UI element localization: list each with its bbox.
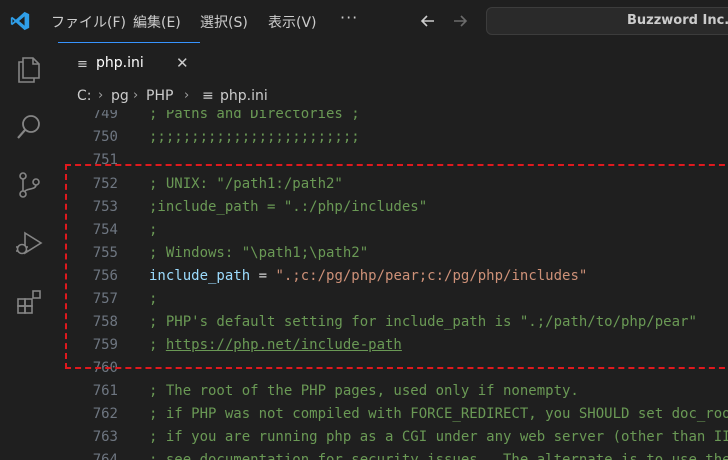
code-text: ;;;;;;;;;;;;;;;;;;;;;;;;; bbox=[149, 129, 360, 145]
code-line: 764 ; see documentation for security iss… bbox=[58, 449, 728, 460]
code-text: ; if you are running php as a CGI under … bbox=[149, 429, 728, 445]
file-lines-icon: ≡ bbox=[77, 57, 88, 72]
code-text: ; Paths and Directories ; bbox=[149, 110, 360, 122]
chevron-right-icon: › bbox=[98, 88, 104, 103]
breadcrumb-file[interactable]: php.ini bbox=[220, 88, 268, 104]
search-box-text: Buzzword Inc. bbox=[627, 13, 728, 28]
line-number: 764 bbox=[92, 452, 118, 460]
title-bar: ファイル(F) 編集(E) 選択(S) 表示(V) ··· Buzzword I… bbox=[0, 0, 728, 42]
search-icon[interactable] bbox=[14, 112, 44, 142]
chevron-right-icon: › bbox=[133, 88, 139, 103]
menu-view[interactable]: 表示(V) bbox=[268, 12, 317, 32]
code-line: 750 ;;;;;;;;;;;;;;;;;;;;;;;;; bbox=[58, 126, 728, 149]
code-line: 762 ; if PHP was not compiled with FORCE… bbox=[58, 403, 728, 426]
line-number: 761 bbox=[92, 383, 118, 399]
file-lines-icon: ≡ bbox=[202, 88, 214, 104]
forward-arrow-icon[interactable] bbox=[450, 11, 470, 31]
editor-tabs: ≡ php.ini ✕ bbox=[58, 42, 728, 84]
extensions-icon[interactable] bbox=[14, 286, 44, 316]
code-text: ; see documentation for security issues.… bbox=[149, 452, 728, 460]
more-menu-button[interactable]: ··· bbox=[340, 8, 358, 27]
code-line: 763 ; if you are running php as a CGI un… bbox=[58, 426, 728, 449]
code-line: 749 ; Paths and Directories ; bbox=[58, 110, 728, 126]
breadcrumb-folder-pg[interactable]: pg bbox=[111, 88, 129, 104]
tab-php-ini[interactable]: ≡ php.ini ✕ bbox=[58, 42, 200, 84]
vscode-logo-icon[interactable] bbox=[9, 10, 31, 32]
run-debug-icon[interactable] bbox=[14, 228, 44, 258]
chevron-right-icon: › bbox=[184, 88, 190, 103]
code-text: ; if PHP was not compiled with FORCE_RED… bbox=[149, 406, 728, 422]
command-center-search[interactable]: Buzzword Inc. bbox=[486, 7, 728, 35]
activity-bar bbox=[0, 42, 58, 460]
menu-file[interactable]: ファイル(F) bbox=[51, 12, 126, 32]
line-number: 763 bbox=[92, 429, 118, 445]
files-icon[interactable] bbox=[14, 54, 44, 84]
source-control-icon[interactable] bbox=[14, 170, 44, 200]
back-arrow-icon[interactable] bbox=[418, 11, 438, 31]
line-number: 749 bbox=[92, 110, 118, 122]
breadcrumb-folder-php[interactable]: PHP bbox=[146, 88, 173, 104]
menu-edit[interactable]: 編集(E) bbox=[133, 12, 181, 32]
menu-selection[interactable]: 選択(S) bbox=[200, 12, 248, 32]
tab-label: php.ini bbox=[96, 55, 144, 71]
breadcrumb-drive[interactable]: C: bbox=[77, 88, 92, 104]
breadcrumb: C: › pg › PHP › ≡ php.ini bbox=[58, 84, 728, 110]
close-icon[interactable]: ✕ bbox=[176, 54, 189, 72]
highlight-box bbox=[65, 164, 728, 369]
line-number: 762 bbox=[92, 406, 118, 422]
code-text: ; The root of the PHP pages, used only i… bbox=[149, 383, 579, 399]
line-number: 750 bbox=[92, 129, 118, 145]
code-line: 761 ; The root of the PHP pages, used on… bbox=[58, 380, 728, 403]
